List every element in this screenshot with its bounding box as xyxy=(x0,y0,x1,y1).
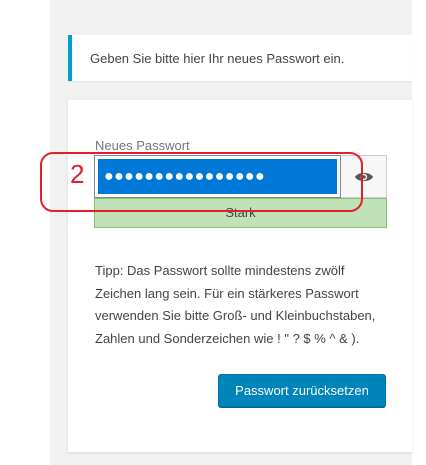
page-margin-right xyxy=(412,0,426,465)
eye-icon xyxy=(354,172,373,181)
password-field-wrap: ●●●●●●●●●●●●●●●● Stark xyxy=(94,155,387,228)
password-label: Neues Passwort xyxy=(95,138,190,153)
new-password-input[interactable]: ●●●●●●●●●●●●●●●● xyxy=(94,155,341,198)
password-hint: Tipp: Das Passwort sollte mindestens zwö… xyxy=(95,263,376,346)
password-strength-indicator: Stark xyxy=(94,198,387,228)
page-margin-left xyxy=(0,0,50,465)
reset-password-button[interactable]: Passwort zurücksetzen xyxy=(218,374,386,407)
info-message: Geben Sie bitte hier Ihr neues Passwort … xyxy=(68,35,412,81)
reset-password-form: Neues Passwort ●●●●●●●●●●●●●●●● Stark Ti… xyxy=(68,100,412,452)
password-masked-value: ●●●●●●●●●●●●●●●● xyxy=(98,159,337,194)
info-message-text: Geben Sie bitte hier Ihr neues Passwort … xyxy=(90,51,345,66)
show-password-button[interactable] xyxy=(341,155,387,198)
annotation-step-number: 2 xyxy=(70,159,85,189)
